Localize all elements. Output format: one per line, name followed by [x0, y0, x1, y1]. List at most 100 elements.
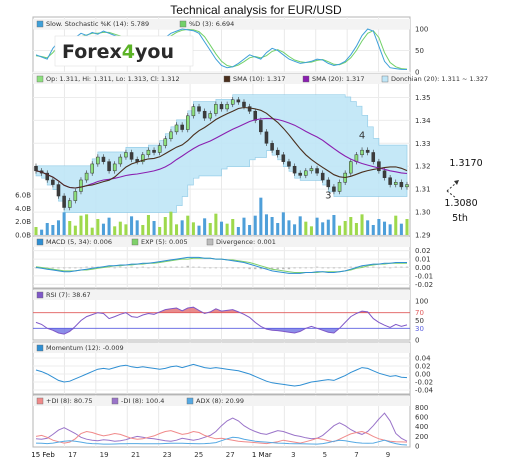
candle-body: [315, 168, 319, 174]
divergence-bar: [119, 266, 122, 268]
candle-body: [320, 172, 325, 181]
stochastic-legend-swatch: [36, 20, 44, 28]
candle-body: [107, 161, 111, 172]
candle-body: [180, 124, 184, 130]
price-tick-label: 1.29: [415, 232, 431, 240]
divergence-bar: [287, 267, 291, 270]
divergence-bar: [315, 266, 319, 268]
x-tick-label: 15 Feb: [31, 451, 55, 459]
volume-bar: [62, 212, 66, 235]
price-tick-label: 1.35: [415, 94, 431, 102]
adx-tick-label: 400: [415, 423, 428, 431]
volume-bar: [130, 216, 134, 235]
price-tick-label: 1.33: [415, 140, 431, 148]
volume-bar: [118, 221, 122, 235]
price-tick-label: 1.31: [415, 186, 431, 194]
x-tick-label: 17: [68, 451, 77, 459]
candle-body: [270, 143, 274, 151]
wave-label-3: 3: [325, 190, 331, 201]
price-legend-label: Op: 1.311, Hi: 1.311, Lo: 1.313, Cl: 1.3…: [46, 75, 180, 83]
momentum-tick-label: -0.02: [415, 379, 433, 387]
volume-bar: [253, 215, 257, 235]
momentum-tick-label: 0.02: [415, 363, 431, 371]
candle-body: [225, 104, 229, 110]
divergence-bar: [388, 267, 392, 269]
rsi-tick-label: 100: [415, 298, 428, 306]
candle-body: [84, 172, 89, 181]
divergence-bar: [225, 267, 229, 269]
projection-line-up: [446, 182, 457, 192]
macd-tick-label: -0.02: [415, 281, 433, 289]
candle-body: [67, 200, 72, 208]
divergence-bar: [147, 267, 150, 269]
volume-bar: [248, 225, 252, 235]
divergence-bar: [169, 266, 173, 268]
momentum-tick-label: -0.04: [415, 387, 434, 395]
divergence-bar: [383, 266, 386, 268]
macd-tick-label: 0.00: [415, 264, 431, 272]
projection-arrow: [454, 180, 459, 185]
volume-bar: [315, 217, 319, 235]
volume-bar: [113, 226, 117, 235]
volume-bar: [51, 225, 55, 235]
candle-body: [56, 184, 61, 197]
divergence-bar: [124, 267, 128, 269]
divergence-bar: [231, 267, 234, 269]
volume-bar: [293, 224, 297, 235]
divergence-bar: [282, 267, 285, 270]
volume-bar: [68, 221, 72, 235]
divergence-bar: [349, 266, 352, 268]
candle-body: [169, 131, 173, 139]
candle-body: [377, 161, 381, 172]
volume-bar: [264, 214, 268, 235]
volume-bar: [309, 226, 313, 235]
volume-bar: [349, 217, 353, 235]
volume-bar: [214, 213, 218, 235]
volume-bar: [259, 197, 263, 235]
rsi-tick-label: 50: [415, 317, 424, 325]
stochastic-tick-label: 50: [415, 47, 424, 55]
volume-bar: [34, 227, 38, 235]
candle-body: [163, 138, 168, 146]
volume-bar: [287, 220, 291, 235]
divergence-bar: [276, 267, 279, 270]
divergence-bar: [220, 267, 223, 269]
volume-bar: [366, 220, 370, 235]
volume-bar: [79, 215, 83, 235]
divergence-bar: [180, 266, 184, 268]
x-tick-label: 19: [100, 451, 109, 459]
divergence-bar: [130, 266, 133, 268]
macd-tick-label: 0.02: [415, 247, 431, 255]
divergence-bar: [192, 266, 195, 268]
volume-bar: [135, 220, 139, 235]
adx-legend-swatch: [36, 397, 44, 405]
target-lower-label: 1.3080: [444, 198, 477, 209]
x-tick-label: 7: [354, 451, 358, 459]
candle-body: [214, 104, 218, 114]
volume-bar: [169, 211, 173, 235]
candle-body: [197, 106, 201, 112]
volume-tick-label: 4.0B: [15, 205, 31, 213]
candle-body: [236, 99, 241, 103]
divergence-bar: [57, 267, 60, 269]
candle-body: [101, 156, 106, 162]
volume-bar: [191, 222, 195, 235]
divergence-bar: [338, 267, 341, 269]
adx-tick-label: 0: [415, 443, 419, 451]
divergence-bar: [197, 266, 201, 268]
volume-bar: [124, 224, 128, 235]
price-legend-swatch: [223, 75, 231, 83]
macd-tick-label: 0.01: [415, 256, 431, 264]
volume-bar: [371, 225, 375, 235]
candle-body: [219, 104, 224, 110]
volume-bar: [85, 214, 89, 235]
divergence-bar: [79, 267, 83, 269]
price-tick-label: 1.32: [415, 163, 431, 171]
volume-bar: [197, 225, 201, 235]
x-tick-label: 9: [386, 451, 390, 459]
momentum-tick-label: 0.04: [415, 355, 431, 363]
macd-tick-label: -0.01: [415, 272, 433, 280]
divergence-bar: [141, 266, 145, 268]
candle-body: [349, 161, 353, 174]
momentum-tick-label: 0.00: [415, 371, 431, 379]
